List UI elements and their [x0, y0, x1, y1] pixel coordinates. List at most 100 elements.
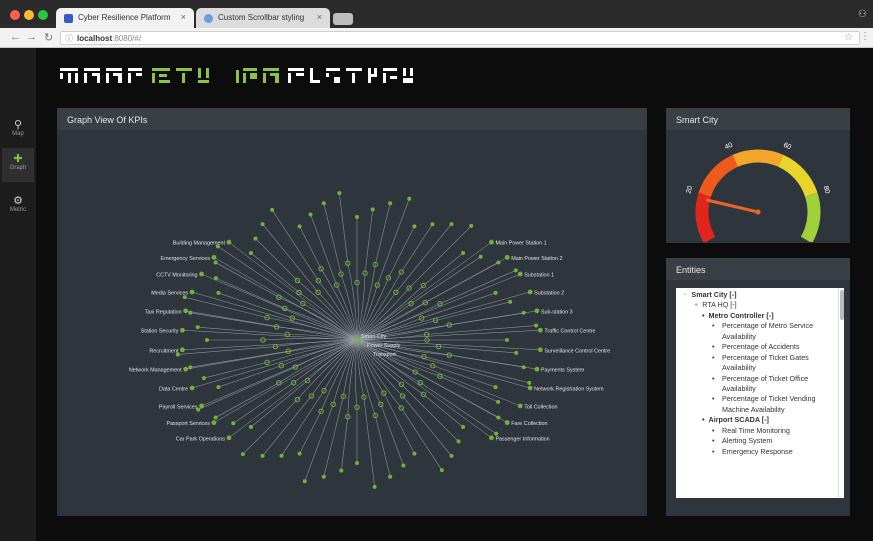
graph-leaf-node[interactable]	[461, 251, 466, 256]
graph-leaf-node[interactable]	[216, 385, 221, 390]
tree-node-item[interactable]: Smart City [-]	[676, 290, 840, 300]
graph-leaf-node[interactable]	[355, 215, 359, 219]
entity-tree-scrollbar[interactable]	[838, 288, 844, 498]
graph-leaf-node[interactable]	[297, 224, 302, 229]
graph-leaf-node[interactable]	[496, 399, 501, 404]
graph-leaf-node[interactable]	[527, 385, 533, 391]
graph-leaf-node[interactable]	[494, 431, 499, 436]
graph-leaf-node[interactable]	[449, 453, 454, 458]
scrollbar-thumb[interactable]	[840, 290, 844, 320]
graph-leaf-node[interactable]	[189, 289, 195, 295]
graph-leaf-node[interactable]	[493, 290, 498, 295]
graph-leaf-node[interactable]	[216, 290, 221, 295]
tree-leaf-item[interactable]: Percentage of Ticket Office Availability	[676, 374, 840, 395]
graph-leaf-node[interactable]	[260, 222, 265, 227]
graph-leaf-node[interactable]	[388, 201, 393, 206]
tree-leaf-item[interactable]: Percentage of Ticket Vending Machine Ava…	[676, 394, 840, 415]
graph-leaf-node[interactable]	[231, 421, 236, 426]
graph-leaf-node[interactable]	[489, 239, 494, 245]
graph-leaf-node[interactable]	[248, 251, 253, 256]
graph-leaf-node[interactable]	[226, 435, 232, 441]
graph-leaf-node[interactable]	[489, 435, 494, 441]
graph-leaf-node[interactable]	[496, 415, 501, 420]
tree-node-item[interactable]: Airport SCADA [-]	[676, 415, 840, 425]
graph-leaf-node[interactable]	[199, 271, 204, 277]
minimize-window-button[interactable]	[24, 10, 34, 20]
graph-leaf-node[interactable]	[534, 323, 539, 328]
graph-leaf-node[interactable]	[537, 327, 543, 333]
graph-leaf-node[interactable]	[505, 338, 509, 342]
close-tab-icon[interactable]: ×	[317, 12, 322, 22]
graph-leaf-node[interactable]	[308, 212, 313, 217]
graph-leaf-node[interactable]	[493, 385, 498, 390]
graph-leaf-node[interactable]	[205, 338, 209, 342]
tree-leaf-item[interactable]: Alerting System	[676, 436, 840, 447]
menu-icon[interactable]: ⋮	[860, 31, 870, 42]
graph-leaf-node[interactable]	[279, 453, 284, 458]
tree-leaf-item[interactable]: Real Time Monitoring	[676, 426, 840, 437]
graph-leaf-node[interactable]	[527, 380, 532, 385]
graph-leaf-node[interactable]	[195, 325, 200, 330]
graph-leaf-node[interactable]	[534, 366, 540, 372]
graph-leaf-node[interactable]	[461, 424, 466, 429]
graph-leaf-node[interactable]	[260, 453, 265, 458]
bookmark-star-icon[interactable]: ☆	[844, 32, 853, 43]
close-window-button[interactable]	[10, 10, 20, 20]
page-info-icon[interactable]: ⓘ	[65, 33, 73, 44]
sidebar-item-map[interactable]: ⚲ Map	[2, 114, 34, 148]
sidebar-item-graph[interactable]: ✚ Graph	[2, 148, 34, 182]
graph-leaf-node[interactable]	[226, 239, 232, 245]
graph-leaf-node[interactable]	[513, 268, 518, 273]
graph-leaf-node[interactable]	[527, 289, 533, 295]
graph-leaf-node[interactable]	[469, 223, 474, 228]
graph-leaf-node[interactable]	[504, 420, 510, 426]
graph-leaf-node[interactable]	[514, 350, 519, 355]
tree-leaf-item[interactable]: Emergency Response	[676, 447, 840, 458]
graph-leaf-node[interactable]	[407, 196, 412, 201]
tree-leaf-item[interactable]: Percentage of Accidents	[676, 342, 840, 353]
graph-leaf-node[interactable]	[504, 254, 510, 260]
forward-icon[interactable]: →	[26, 31, 37, 43]
graph-leaf-node[interactable]	[180, 327, 185, 333]
graph-leaf-node[interactable]	[430, 222, 435, 227]
graph-leaf-node[interactable]	[339, 468, 344, 473]
graph-leaf-node[interactable]	[478, 254, 483, 259]
tab-custom-scrollbar[interactable]: Custom Scrollbar styling ×	[196, 8, 330, 28]
reload-icon[interactable]: ↻	[44, 31, 53, 44]
graph-leaf-node[interactable]	[337, 191, 342, 196]
graph-leaf-node[interactable]	[517, 271, 523, 277]
graph-leaf-node[interactable]	[534, 308, 540, 314]
tree-leaf-item[interactable]: Percentage of Ticket Gates Availability	[676, 353, 840, 374]
graph-leaf-node[interactable]	[321, 201, 326, 206]
graph-leaf-node[interactable]	[213, 260, 218, 265]
graph-leaf-node[interactable]	[508, 299, 513, 304]
graph-leaf-node[interactable]	[270, 207, 275, 212]
graph-leaf-node[interactable]	[183, 366, 189, 372]
graph-leaf-node[interactable]	[253, 236, 258, 241]
graph-leaf-node[interactable]	[537, 347, 543, 353]
tree-node-item[interactable]: Metro Controller [-]	[676, 311, 840, 321]
entity-tree[interactable]: Smart City [-]RTA HQ [-]Metro Controller…	[676, 288, 840, 498]
close-tab-icon[interactable]: ×	[181, 12, 186, 22]
graph-leaf-node[interactable]	[388, 474, 393, 479]
graph-leaf-node[interactable]	[456, 439, 461, 444]
back-icon[interactable]: ←	[10, 31, 21, 43]
tree-leaf-item[interactable]: Percentage of Metro Service Availability	[676, 321, 840, 342]
graph-leaf-node[interactable]	[180, 347, 185, 353]
graph-leaf-node[interactable]	[321, 474, 326, 479]
graph-leaf-node[interactable]	[372, 484, 377, 489]
tree-node-item[interactable]: RTA HQ [-]	[676, 300, 840, 310]
graph-leaf-node[interactable]	[211, 420, 217, 426]
graph-leaf-node[interactable]	[248, 424, 253, 429]
graph-leaf-node[interactable]	[412, 224, 417, 229]
graph-leaf-node[interactable]	[240, 452, 245, 457]
graph-leaf-node[interactable]	[213, 415, 218, 420]
graph-leaf-node[interactable]	[199, 403, 204, 409]
maximize-window-button[interactable]	[38, 10, 48, 20]
graph-leaf-node[interactable]	[183, 308, 189, 314]
kpi-graph[interactable]: Car Park Operations Passport Services Payr…	[57, 130, 647, 516]
graph-leaf-node[interactable]	[401, 463, 406, 468]
graph-leaf-node[interactable]	[302, 479, 307, 484]
user-profile-icon[interactable]: ⚇	[858, 9, 867, 20]
graph-leaf-node[interactable]	[496, 260, 501, 265]
